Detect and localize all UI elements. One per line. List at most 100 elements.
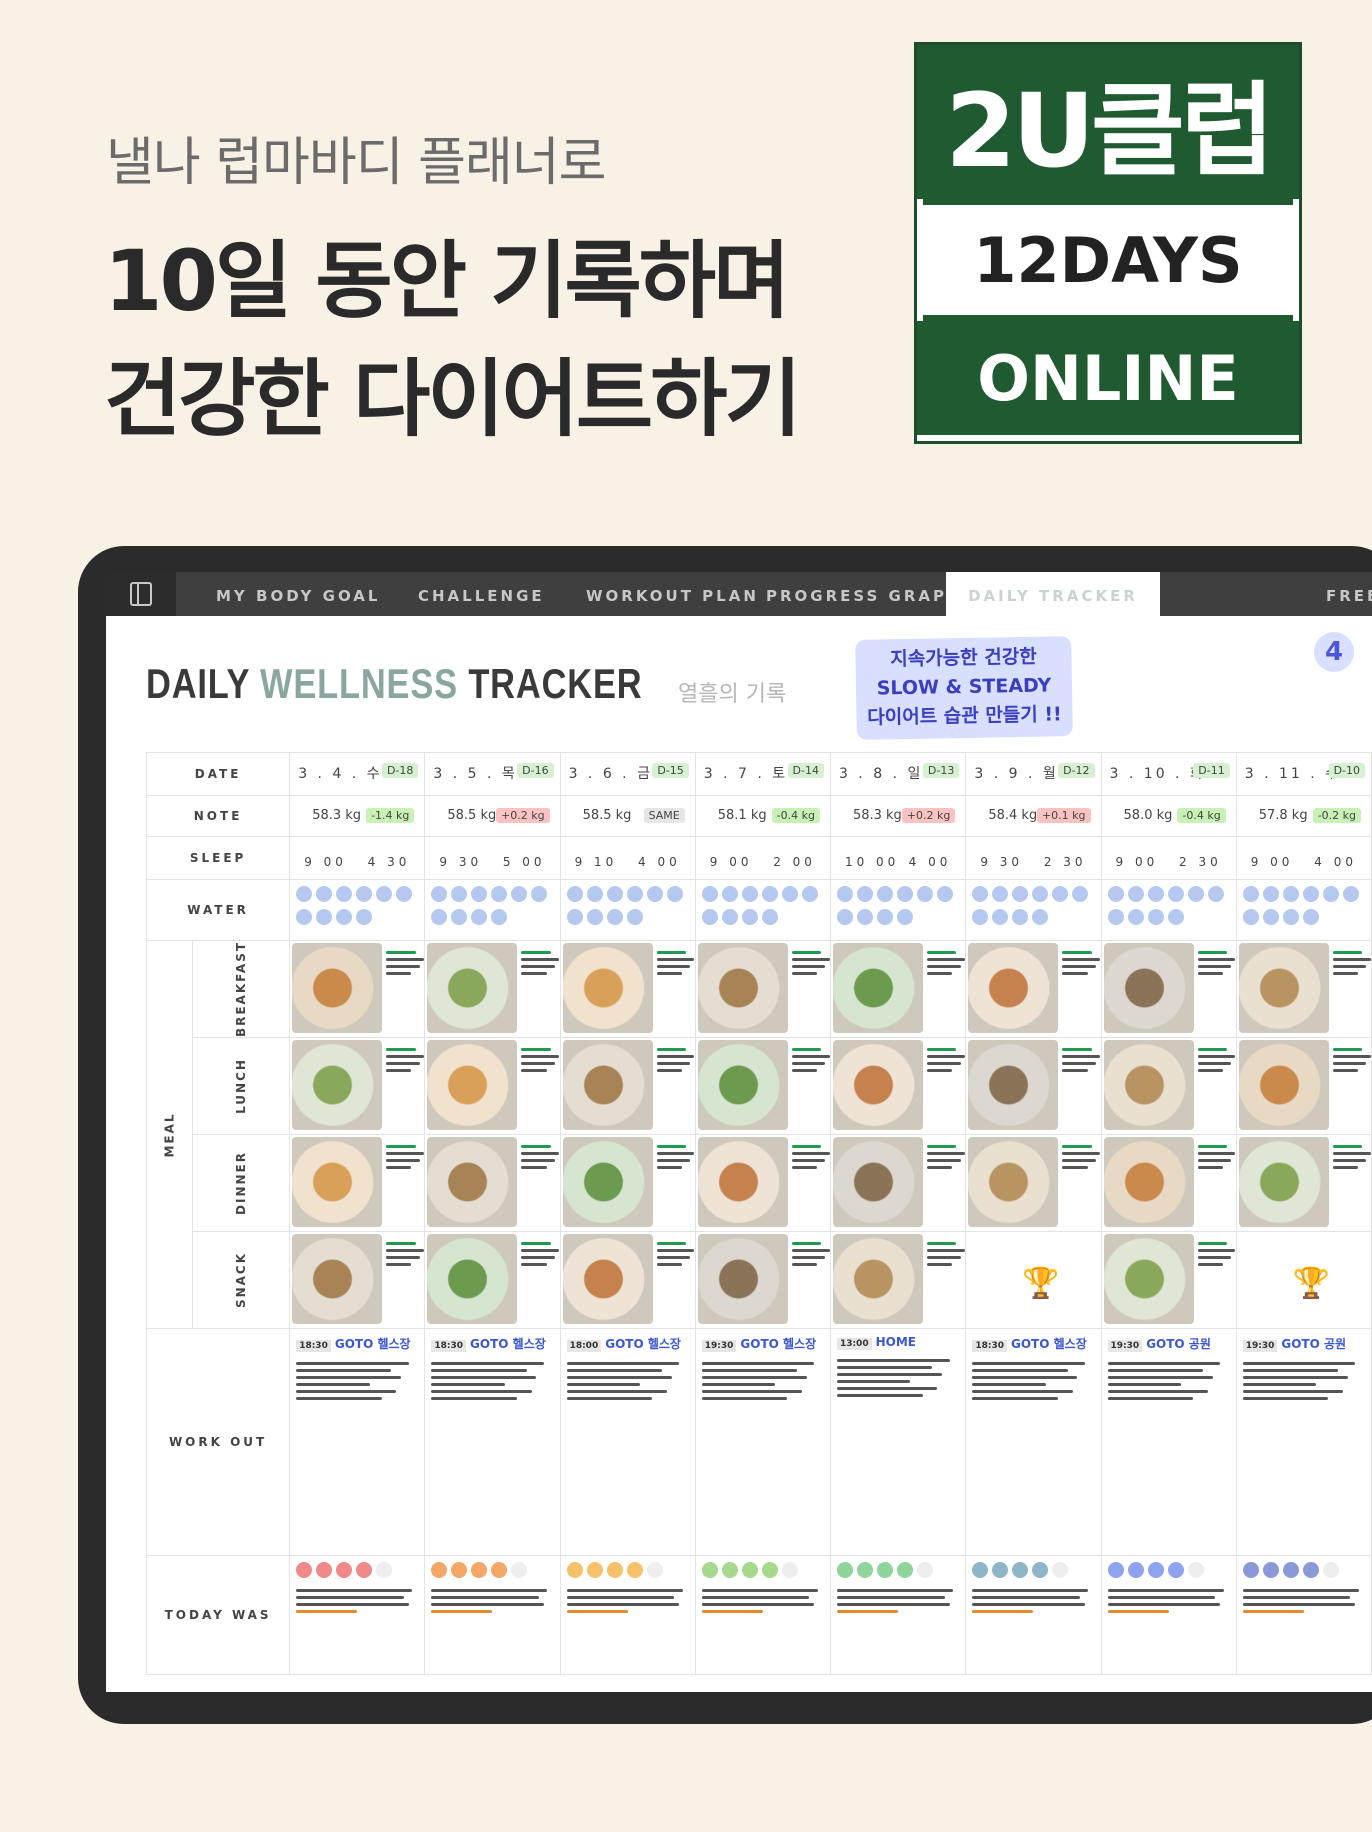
- meal-cell[interactable]: [559, 940, 696, 1038]
- meal-photo[interactable]: [697, 943, 788, 1033]
- meal-photo[interactable]: [427, 1234, 518, 1324]
- mood-dot-icon[interactable]: [992, 1562, 1009, 1578]
- meal-cell[interactable]: [289, 1037, 426, 1135]
- mood-dot-icon[interactable]: [296, 1562, 313, 1578]
- note-cell[interactable]: 58.1 kg -0.4 kg: [694, 795, 831, 837]
- meal-photo[interactable]: [968, 1137, 1059, 1227]
- water-drop-icon[interactable]: [531, 886, 548, 902]
- meal-photo[interactable]: [832, 1234, 923, 1324]
- sleep-cell[interactable]: 10 00 4 00: [829, 836, 967, 880]
- water-drop-icon[interactable]: [761, 909, 778, 925]
- water-drop-icon[interactable]: [801, 886, 818, 902]
- water-cell[interactable]: [289, 879, 426, 941]
- water-drop-icon[interactable]: [1147, 886, 1164, 902]
- meal-cell[interactable]: [424, 940, 561, 1038]
- water-drop-icon[interactable]: [646, 886, 663, 902]
- date-cell[interactable]: 3 . 10 . 화 D-11: [1100, 752, 1237, 796]
- meal-cell[interactable]: [694, 1231, 831, 1329]
- today-was-cell[interactable]: [829, 1555, 967, 1675]
- water-drop-icon[interactable]: [511, 886, 528, 902]
- meal-photo[interactable]: [697, 1137, 788, 1227]
- water-drop-icon[interactable]: [586, 886, 603, 902]
- mood-dot-icon[interactable]: [1302, 1562, 1319, 1578]
- workout-cell[interactable]: 18:30 GOTO 헬스장: [965, 1328, 1102, 1556]
- note-cell[interactable]: 57.8 kg -0.2 kg: [1235, 795, 1372, 837]
- water-drop-icon[interactable]: [296, 886, 313, 902]
- meal-photo[interactable]: [292, 1040, 383, 1130]
- water-drop-icon[interactable]: [316, 909, 333, 925]
- note-cell[interactable]: 58.3 kg -1.4 kg: [289, 795, 426, 837]
- meal-cell[interactable]: [1100, 940, 1237, 1038]
- water-cell[interactable]: [694, 879, 831, 941]
- workout-cell[interactable]: 19:30 GOTO 헬스장: [694, 1328, 831, 1556]
- mood-dot-icon[interactable]: [916, 1562, 933, 1578]
- meal-photo[interactable]: [562, 943, 653, 1033]
- meal-cell[interactable]: [694, 940, 831, 1038]
- water-drop-icon[interactable]: [781, 886, 798, 902]
- meal-photo[interactable]: [292, 943, 383, 1033]
- meal-cell[interactable]: [559, 1231, 696, 1329]
- date-cell[interactable]: 3 . 5 . 목 D-16: [424, 752, 561, 796]
- sidebar-toggle-icon[interactable]: [106, 572, 176, 616]
- date-cell[interactable]: 3 . 9 . 월 D-12: [965, 752, 1102, 796]
- mood-dot-icon[interactable]: [646, 1562, 663, 1578]
- sleep-cell[interactable]: 9 00 4 00: [1235, 836, 1372, 880]
- water-drop-icon[interactable]: [992, 909, 1009, 925]
- water-drop-icon[interactable]: [836, 909, 853, 925]
- water-drop-icon[interactable]: [396, 886, 413, 902]
- water-drop-icon[interactable]: [896, 886, 913, 902]
- water-drop-icon[interactable]: [1242, 886, 1259, 902]
- mood-dot-icon[interactable]: [836, 1562, 853, 1578]
- mood-dot-icon[interactable]: [316, 1562, 333, 1578]
- workout-cell[interactable]: 13:00 HOME: [829, 1328, 967, 1556]
- water-drop-icon[interactable]: [1242, 909, 1259, 925]
- mood-dot-icon[interactable]: [471, 1562, 488, 1578]
- water-drop-icon[interactable]: [566, 909, 583, 925]
- mood-dot-icon[interactable]: [1052, 1562, 1069, 1578]
- water-drop-icon[interactable]: [721, 886, 738, 902]
- water-drop-icon[interactable]: [876, 909, 893, 925]
- water-drop-icon[interactable]: [471, 886, 488, 902]
- today-was-cell[interactable]: [965, 1555, 1102, 1675]
- meal-photo[interactable]: [1238, 1137, 1329, 1227]
- meal-photo[interactable]: [427, 1040, 518, 1130]
- mood-dot-icon[interactable]: [586, 1562, 603, 1578]
- today-was-cell[interactable]: [289, 1555, 426, 1675]
- meal-photo[interactable]: [832, 1040, 923, 1130]
- meal-photo[interactable]: [562, 1040, 653, 1130]
- water-drop-icon[interactable]: [721, 909, 738, 925]
- meal-photo[interactable]: [697, 1234, 788, 1324]
- tab-my-body-goal[interactable]: MY BODY GOAL: [216, 572, 380, 616]
- meal-photo[interactable]: [1103, 1234, 1194, 1324]
- water-drop-icon[interactable]: [566, 886, 583, 902]
- today-was-cell[interactable]: [424, 1555, 561, 1675]
- workout-cell[interactable]: 19:30 GOTO 공원: [1235, 1328, 1372, 1556]
- water-drop-icon[interactable]: [666, 886, 683, 902]
- mood-dot-icon[interactable]: [741, 1562, 758, 1578]
- water-cell[interactable]: [559, 879, 696, 941]
- mood-dot-icon[interactable]: [626, 1562, 643, 1578]
- date-cell[interactable]: 3 . 6 . 금 D-15: [559, 752, 696, 796]
- meal-cell[interactable]: [289, 1231, 426, 1329]
- mood-dot-icon[interactable]: [606, 1562, 623, 1578]
- workout-cell[interactable]: 18:00 GOTO 헬스장: [559, 1328, 696, 1556]
- meal-cell[interactable]: [829, 1037, 967, 1135]
- mood-dot-icon[interactable]: [1282, 1562, 1299, 1578]
- water-drop-icon[interactable]: [316, 886, 333, 902]
- meal-cell[interactable]: [1235, 1134, 1372, 1232]
- water-drop-icon[interactable]: [1207, 886, 1224, 902]
- meal-cell[interactable]: 🏆: [1235, 1231, 1372, 1329]
- water-drop-icon[interactable]: [336, 909, 353, 925]
- meal-photo[interactable]: [1238, 1040, 1329, 1130]
- meal-photo[interactable]: [562, 1234, 653, 1324]
- water-drop-icon[interactable]: [1052, 886, 1069, 902]
- meal-photo[interactable]: [968, 1040, 1059, 1130]
- today-was-cell[interactable]: [559, 1555, 696, 1675]
- sleep-cell[interactable]: 9 00 4 30: [289, 836, 426, 880]
- mood-dot-icon[interactable]: [356, 1562, 373, 1578]
- water-drop-icon[interactable]: [972, 909, 989, 925]
- water-drop-icon[interactable]: [606, 886, 623, 902]
- water-drop-icon[interactable]: [606, 909, 623, 925]
- meal-cell[interactable]: [965, 940, 1102, 1038]
- meal-photo[interactable]: [1238, 943, 1329, 1033]
